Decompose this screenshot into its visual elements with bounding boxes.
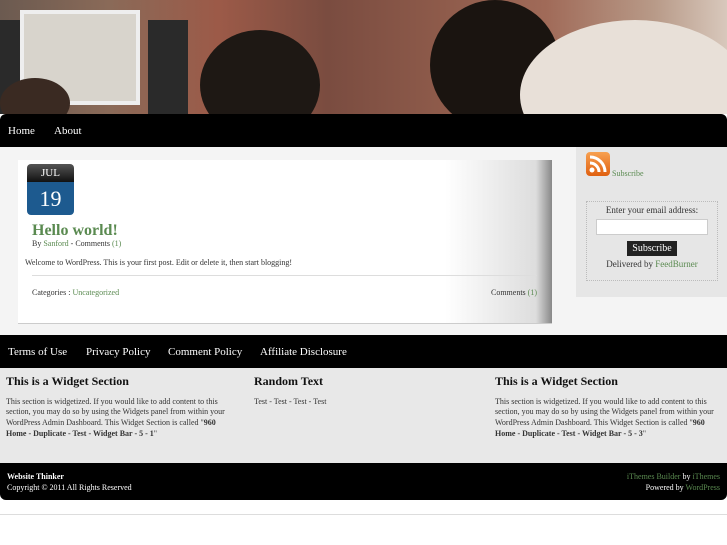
nav-home[interactable]: Home [8,125,35,137]
post-categories: Categories : Uncategorized [32,288,119,297]
date-day: 19 [27,182,74,215]
rss-icon[interactable] [586,152,610,176]
by-label: by [682,472,691,481]
subscribe-link[interactable]: Subscribe [612,169,644,178]
post-meta: By Sanford - Comments (1) [32,239,121,248]
wordpress-link[interactable]: WordPress [686,483,720,492]
by-label: By [32,239,42,248]
widget-text-end: " [153,428,158,438]
comments-link[interactable]: (1) [112,239,121,248]
widget-text-end: " [642,428,647,438]
feedburner-form: Enter your email address: Subscribe Deli… [586,201,718,281]
widget-1: This is a Widget Section This section is… [6,374,236,440]
ithemes-builder-link[interactable]: iThemes Builder [627,472,681,481]
main-nav: Home About [0,114,727,147]
widget-title: This is a Widget Section [6,374,129,388]
site-name: Website Thinker [7,472,64,481]
widget-text: This section is widgetized. If you would… [495,396,714,428]
widget-3: This is a Widget Section This section is… [495,374,725,440]
email-label: Enter your email address: [605,205,699,215]
post: JUL 19 Hello world! By Sanford - Comment… [18,160,552,324]
post-footer-comments: Comments (1) [491,288,537,297]
feedburner-link[interactable]: FeedBurner [655,259,698,269]
widget-text: Test - Test - Test - Test [254,396,327,406]
divider [0,514,727,515]
post-body: Welcome to WordPress. This is your first… [25,258,293,267]
nav-affiliate[interactable]: Affiliate Disclosure [260,346,347,358]
email-input[interactable] [596,219,708,235]
powered-label: Powered by [645,483,684,492]
sidebar: Subscribe Enter your email address: Subs… [576,147,727,297]
delivered-label: Delivered by [606,259,653,269]
ithemes-link[interactable]: iThemes [692,472,720,481]
nav-comment-policy[interactable]: Comment Policy [168,346,242,358]
widget-bar: This is a Widget Section This section is… [0,368,727,463]
divider [32,275,537,276]
author-link[interactable]: Sanford [43,239,68,248]
post-title[interactable]: Hello world! [32,222,118,240]
copyright: Copyright © 2011 All Rights Reserved [7,483,132,492]
comments-link[interactable]: (1) [528,288,537,297]
date-badge: JUL 19 [27,164,74,215]
widget-title: This is a Widget Section [495,374,618,388]
widget-title: Random Text [254,374,324,388]
comments-label: - Comments [70,239,111,248]
header-person [200,30,320,114]
nav-privacy[interactable]: Privacy Policy [86,346,150,358]
subscribe-button[interactable]: Subscribe [627,241,677,256]
header-image [0,0,727,114]
nav-about[interactable]: About [54,125,82,137]
widget-text: This section is widgetized. If you would… [6,396,225,428]
widget-2: Random Text Test - Test - Test - Test [254,374,454,407]
categories-label: Categories : [32,288,71,297]
footer: Website Thinker Copyright © 2011 All Rig… [0,463,727,500]
comments-label: Comments [491,288,526,297]
nav-terms[interactable]: Terms of Use [8,346,67,358]
powered-by: Powered by WordPress [646,483,720,492]
footer-nav: Terms of Use Privacy Policy Comment Poli… [0,335,727,368]
date-month: JUL [27,164,74,182]
delivered-by: Delivered by FeedBurner [587,259,717,269]
builder-credit: iThemes Builder by iThemes [627,472,720,481]
category-link[interactable]: Uncategorized [72,288,119,297]
header-shutter [148,20,188,114]
